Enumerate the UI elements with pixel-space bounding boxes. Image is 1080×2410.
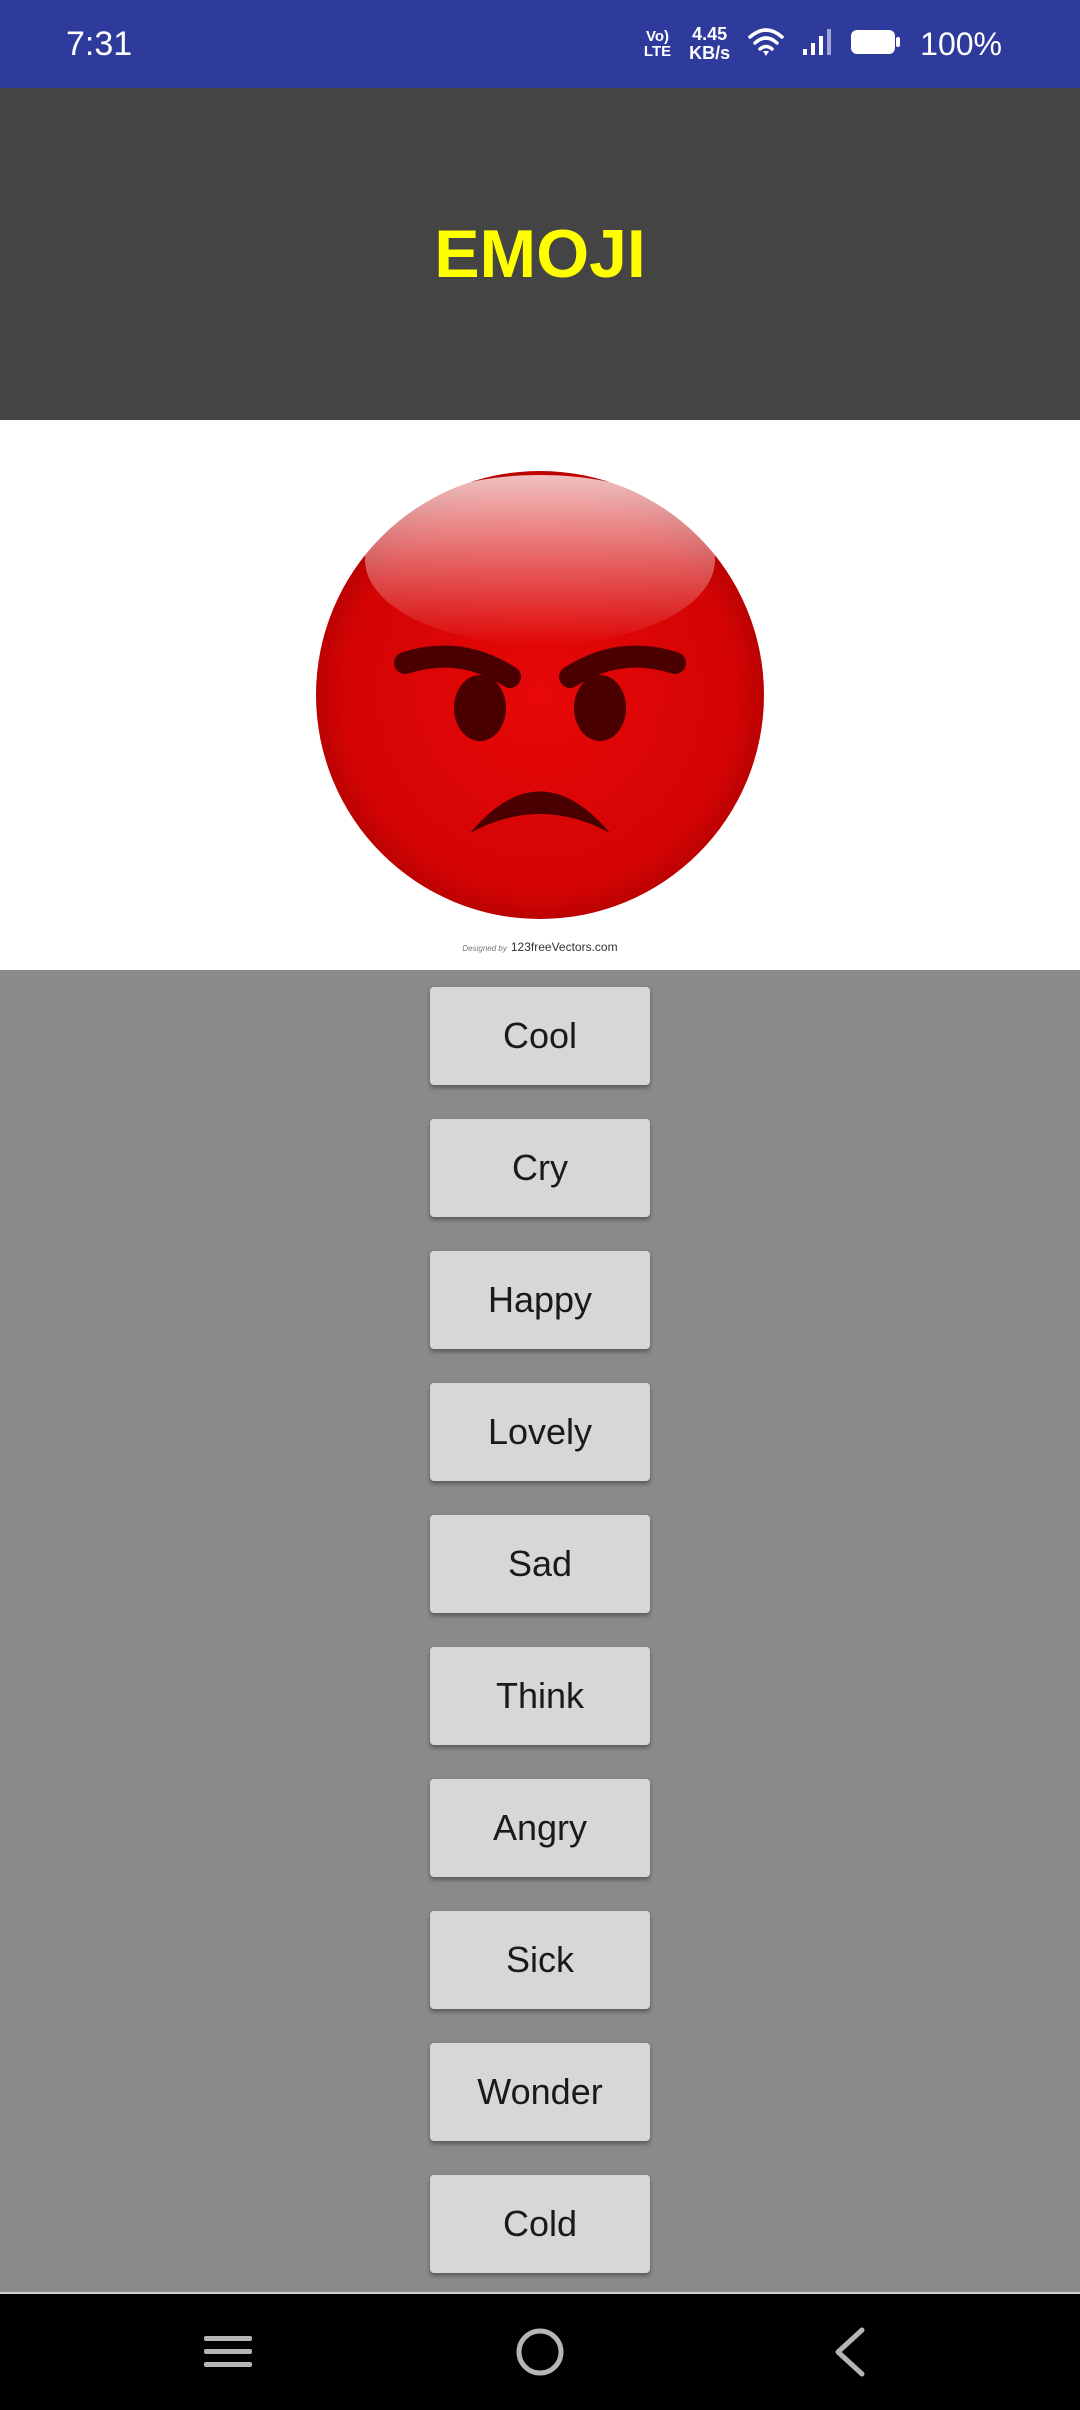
signal-icon	[802, 27, 832, 62]
cold-button[interactable]: Cold	[430, 2175, 650, 2273]
wifi-icon	[748, 27, 784, 62]
app-header: EMOJI	[0, 88, 1080, 420]
angry-face-icon	[316, 471, 764, 919]
image-credit: Designed by 123freeVectors.com	[0, 940, 1080, 954]
cool-button[interactable]: Cool	[430, 987, 650, 1085]
battery-icon	[850, 28, 902, 61]
happy-button[interactable]: Happy	[430, 1251, 650, 1349]
speed-value: 4.45	[692, 24, 728, 44]
credit-site: 123freeVectors.com	[510, 940, 618, 954]
wonder-button[interactable]: Wonder	[430, 2043, 650, 2141]
speed-unit: KB/s	[689, 43, 731, 63]
navigation-bar	[0, 2292, 1080, 2410]
page-title: EMOJI	[434, 216, 646, 292]
volte-bottom: LTE	[643, 43, 672, 60]
menu-icon[interactable]	[200, 2294, 256, 2410]
back-icon[interactable]	[830, 2294, 870, 2410]
credit-prefix: Designed by	[462, 944, 507, 953]
sad-button[interactable]: Sad	[430, 1515, 650, 1613]
sick-button[interactable]: Sick	[430, 1911, 650, 2009]
status-bar: 7:31 Vo) LTE 4.45 KB/s 100%	[0, 0, 1080, 88]
battery-percent: 100%	[920, 25, 1002, 62]
cry-button[interactable]: Cry	[430, 1119, 650, 1217]
network-speed: 4.45 KB/s	[689, 25, 730, 63]
emoji-image-area: Designed by 123freeVectors.com	[0, 420, 1080, 970]
volte-top: Vo)	[646, 28, 670, 45]
volte-indicator: Vo) LTE	[644, 29, 671, 59]
home-icon[interactable]	[512, 2294, 568, 2410]
status-icons: Vo) LTE 4.45 KB/s 100%	[644, 0, 1002, 88]
lovely-button[interactable]: Lovely	[430, 1383, 650, 1481]
emoji-button-list: Cool Cry Happy Lovely Sad Think Angry Si…	[430, 987, 650, 2307]
status-time: 7:31	[66, 25, 133, 63]
think-button[interactable]: Think	[430, 1647, 650, 1745]
angry-button[interactable]: Angry	[430, 1779, 650, 1877]
